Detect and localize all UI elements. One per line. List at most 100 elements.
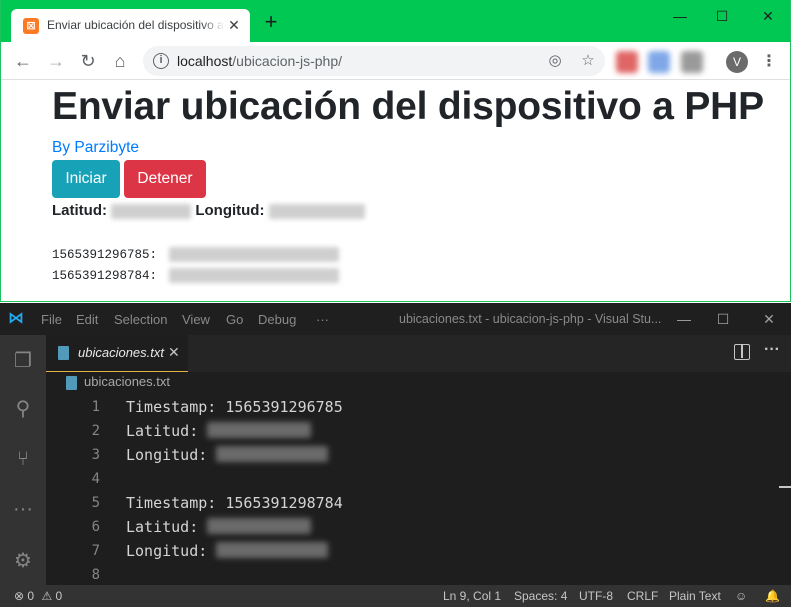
notifications-bell-icon[interactable]: 🔔 [765,589,780,603]
editor-tabs: ubicaciones.txt ✕ ··· [46,335,791,372]
gear-icon[interactable]: ⚙ [9,547,37,575]
code-text: Timestamp: 1565391298784 [126,494,343,512]
browser-tab[interactable]: ⊠ Enviar ubicación del dispositivo a PHP… [11,9,250,42]
minimize-icon[interactable]: — [670,6,690,26]
location-icon[interactable]: ◎ [546,52,564,70]
line-number: 1 [91,399,100,415]
breadcrumb: ubicaciones.txt [46,372,791,394]
code-line: Timestamp: 1565391296785 [126,398,343,416]
code-text: Longitud: [126,542,208,560]
url-host: localhost [177,53,233,69]
log-timestamp: 1565391296785: [52,247,158,262]
browser-menu-icon[interactable]: ⋮ [761,51,777,73]
site-info-icon[interactable]: i [153,53,169,69]
maximize-icon[interactable]: ☐ [712,6,732,26]
line-number: 8 [91,567,100,583]
code-text: Latitud: [126,518,199,536]
tab-title: Enviar ubicación del dispositivo a PHP [47,18,225,32]
latitude-label: Latitud: [52,202,107,219]
tab-close-icon[interactable]: ✕ [226,17,242,33]
problems-indicator[interactable]: ⊗ 0 ⚠ 0 [14,589,62,603]
forward-icon[interactable]: → [45,50,67,72]
line-number: 7 [91,543,100,559]
code-editor[interactable]: 1 Timestamp: 1565391296785 2 Latitud: 3 … [46,394,791,585]
search-icon[interactable]: ⚲ [9,395,37,423]
longitude-label: Longitud: [195,202,265,219]
address-bar[interactable]: i localhost/ubicacion-js-php/ ◎ ☆ [143,46,605,76]
extension-icon[interactable] [648,51,670,73]
line-number: 2 [91,423,100,439]
code-text: Latitud: [126,422,199,440]
log-timestamp: 1565391298784: [52,268,158,283]
close-window-icon[interactable]: ✕ [758,6,778,26]
menu-more[interactable]: ··· [316,312,329,327]
line-number: 4 [91,471,100,487]
reload-icon[interactable]: ↻ [77,50,99,72]
warning-icon: ⚠ [41,589,53,603]
extension-icon[interactable] [616,51,638,73]
menu-edit[interactable]: Edit [76,312,98,327]
vscode-window: ⋈ File Edit Selection View Go Debug ··· … [0,303,791,607]
home-icon[interactable]: ⌂ [109,50,131,72]
more-actions-icon[interactable]: ··· [764,341,780,359]
profile-avatar-icon[interactable]: V [726,51,748,73]
minimize-icon[interactable]: — [674,309,694,329]
language-mode[interactable]: Plain Text [669,589,721,603]
line-number: 6 [91,519,100,535]
web-page: Enviar ubicación del dispositivo a PHP B… [1,81,790,301]
menu-selection[interactable]: Selection [114,312,167,327]
menu-view[interactable]: View [182,312,210,327]
bookmark-star-icon[interactable]: ☆ [579,52,597,70]
log-coords-redacted [168,268,339,283]
latitude-value-redacted [207,422,312,438]
code-line: Latitud: [126,422,312,440]
menu-file[interactable]: File [41,312,62,327]
log-entry: 1565391298784: [52,268,339,283]
activity-bar: ❐ ⚲ ⑂ ··· ⚙ [0,335,46,585]
longitude-value-redacted [216,446,329,462]
vscode-logo-icon: ⋈ [8,310,24,327]
split-editor-icon[interactable] [734,344,750,360]
stop-button[interactable]: Detener [124,160,206,198]
line-ending[interactable]: CRLF [627,589,658,603]
feedback-smiley-icon[interactable]: ☺ [735,589,747,603]
line-number: 3 [91,447,100,463]
url-text[interactable]: localhost/ubicacion-js-php/ [177,53,342,69]
cursor-position[interactable]: Ln 9, Col 1 [443,589,501,603]
menu-go[interactable]: Go [226,312,243,327]
explorer-icon[interactable]: ❐ [9,347,37,375]
error-icon: ⊗ [14,589,25,603]
code-line: Longitud: [126,542,329,560]
tab-ubicaciones[interactable]: ubicaciones.txt ✕ [46,335,188,372]
code-text: Longitud: [126,446,208,464]
code-line: Latitud: [126,518,312,536]
more-views-icon[interactable]: ··· [9,495,37,523]
indentation[interactable]: Spaces: 4 [514,589,567,603]
vscode-window-title: ubicaciones.txt - ubicacion-js-php - Vis… [399,312,662,326]
tab-close-icon[interactable]: ✕ [168,344,180,361]
close-window-icon[interactable]: ✕ [759,309,779,329]
latitude-value-redacted [207,518,312,534]
author-link[interactable]: By Parzibyte [52,139,139,157]
browser-titlebar: ⊠ Enviar ubicación del dispositivo a PHP… [1,0,790,42]
page-title: Enviar ubicación del dispositivo a PHP [52,85,764,128]
code-text: Timestamp: 1565391296785 [126,398,343,416]
longitude-value-redacted [268,203,365,219]
browser-window: ⊠ Enviar ubicación del dispositivo a PHP… [0,0,791,302]
start-button[interactable]: Iniciar [52,160,120,198]
longitude-value-redacted [216,542,329,558]
tab-label: ubicaciones.txt [78,345,164,360]
extension-icon[interactable] [681,51,703,73]
new-tab-icon[interactable]: + [261,11,281,33]
breadcrumb-item[interactable]: ubicaciones.txt [84,374,170,389]
maximize-icon[interactable]: ☐ [713,309,733,329]
status-bar: ⊗ 0 ⚠ 0 Ln 9, Col 1 Spaces: 4 UTF-8 CRLF… [0,585,791,607]
source-control-icon[interactable]: ⑂ [9,445,37,473]
back-icon[interactable]: ← [12,50,34,72]
menu-debug[interactable]: Debug [258,312,296,327]
url-path: /ubicacion-js-php/ [232,53,342,69]
vscode-titlebar: ⋈ File Edit Selection View Go Debug ··· … [0,303,791,335]
encoding[interactable]: UTF-8 [579,589,613,603]
log-entry: 1565391296785: [52,247,339,262]
xampp-icon: ⊠ [23,18,39,34]
